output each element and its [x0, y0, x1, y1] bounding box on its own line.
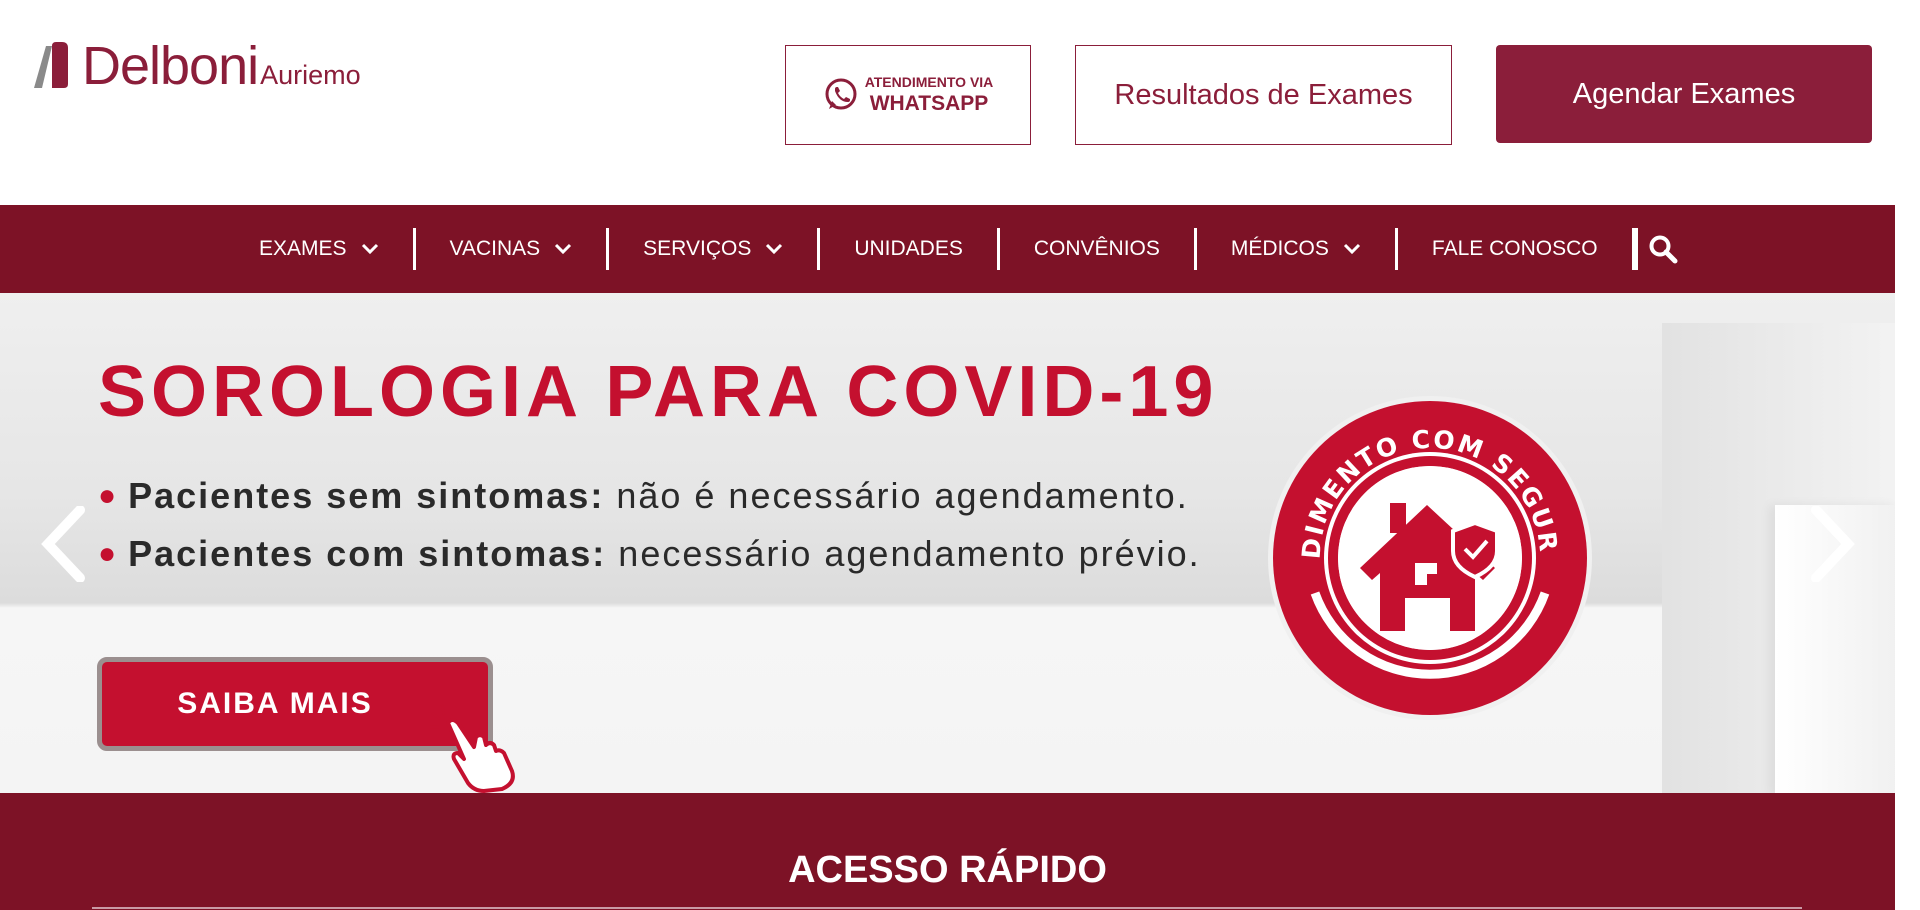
nav-item-convenios[interactable]: CONVÊNIOS: [1000, 228, 1197, 270]
nav-item-fale-conosco[interactable]: FALE CONOSCO: [1398, 228, 1635, 270]
nav-item-medicos[interactable]: MÉDICOS: [1197, 228, 1398, 270]
whatsapp-button[interactable]: ATENDIMENTO VIA WHATSAPP: [785, 45, 1031, 145]
nav-item-servicos[interactable]: SERVIÇOS: [609, 228, 821, 270]
bullet-text: necessário agendamento prévio.: [618, 533, 1201, 574]
nav-item-label: UNIDADES: [854, 237, 963, 260]
nav-item-label: MÉDICOS: [1230, 237, 1329, 260]
banner-bullet: ● Pacientes sem sintomas: não é necessár…: [98, 475, 1189, 517]
whatsapp-label-big: WHATSAPP: [869, 92, 989, 115]
nav-item-vacinas[interactable]: VACINAS: [416, 228, 610, 270]
quick-access-title: ACESSO RÁPIDO: [788, 849, 1107, 891]
chevron-down-icon: [555, 243, 572, 255]
carousel-prev-arrow-icon[interactable]: [40, 506, 86, 582]
bullet-dot-icon: ●: [98, 479, 119, 512]
carousel-next-arrow-icon[interactable]: [1810, 506, 1856, 582]
main-nav: EXAMES VACINAS SERVIÇOS UNIDADES CONVÊNI…: [0, 205, 1895, 293]
bullet-strong: Pacientes com sintomas:: [128, 533, 607, 574]
nav-item-label: SERVIÇOS: [643, 237, 752, 260]
whatsapp-icon: [825, 78, 857, 110]
results-button[interactable]: Resultados de Exames: [1075, 45, 1452, 145]
site-header: Delboni Auriemo ATENDIMENTO VIA WHATSAPP…: [0, 0, 1920, 205]
nav-item-label: EXAMES: [259, 237, 347, 260]
whatsapp-label-small: ATENDIMENTO VIA: [864, 74, 994, 90]
bullet-text: não é necessário agendamento.: [616, 475, 1189, 516]
nav-item-exames[interactable]: EXAMES: [225, 228, 416, 270]
divider: [92, 907, 1802, 909]
logo-brand: Delboni: [82, 36, 259, 96]
banner-bullet: ● Pacientes com sintomas: necessário age…: [98, 533, 1201, 575]
bullet-dot-icon: ●: [98, 537, 119, 570]
logo-mark-icon: [34, 42, 68, 88]
nav-item-label: CONVÊNIOS: [1033, 237, 1160, 260]
chevron-down-icon: [361, 243, 378, 255]
search-icon: [1649, 235, 1678, 264]
chevron-down-icon: [766, 243, 783, 255]
hero-banner[interactable]: SOROLOGIA PARA COVID-19 ● Pacientes sem …: [0, 293, 1895, 793]
nav-item-unidades[interactable]: UNIDADES: [820, 228, 1000, 270]
logo[interactable]: Delboni Auriemo: [28, 36, 361, 96]
nav-item-label: FALE CONOSCO: [1431, 237, 1598, 260]
bullet-strong: Pacientes sem sintomas:: [128, 475, 605, 516]
schedule-button[interactable]: Agendar Exames: [1496, 45, 1872, 143]
quick-access-section: ACESSO RÁPIDO: [0, 793, 1895, 910]
logo-sub: Auriemo: [260, 60, 361, 90]
pointer-hand-icon: [430, 704, 515, 793]
nav-item-label: VACINAS: [449, 237, 541, 260]
safety-seal-icon: ATENDIMENTO COM SEGURANÇA: [1265, 393, 1592, 720]
banner-title: SOROLOGIA PARA COVID-19: [98, 352, 1219, 432]
search-button[interactable]: [1634, 228, 1678, 270]
chevron-down-icon: [1343, 243, 1360, 255]
